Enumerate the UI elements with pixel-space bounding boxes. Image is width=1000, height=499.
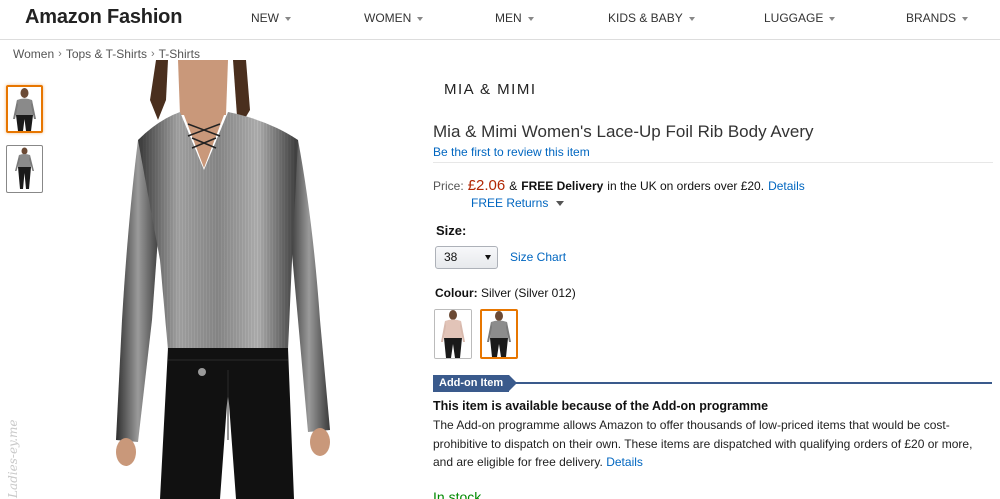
chevron-down-icon — [688, 16, 695, 21]
price-conjunction: & — [509, 179, 518, 193]
breadcrumb-item-tops[interactable]: Tops & T-Shirts — [66, 47, 147, 61]
stock-status: In stock. — [433, 489, 486, 499]
free-returns-dropdown[interactable]: FREE Returns — [471, 196, 565, 210]
colour-label: Colour: — [435, 286, 478, 300]
nav-label: LUGGAGE — [764, 11, 824, 25]
chevron-down-icon — [556, 200, 565, 206]
divider — [433, 162, 993, 163]
swatch-pink-variant[interactable] — [434, 309, 472, 359]
thumbnail-full-outfit-view[interactable] — [6, 145, 43, 193]
watermark-text: Ladies-ey.me — [6, 419, 20, 498]
size-selected-value: 38 — [444, 250, 458, 264]
nav-label: MEN — [495, 11, 522, 25]
addon-title: This item is available because of the Ad… — [433, 399, 769, 413]
breadcrumb-separator-icon: › — [150, 48, 155, 60]
brand-logo[interactable]: MIA & MIMI — [444, 81, 537, 98]
nav-luggage[interactable]: LUGGAGE — [764, 11, 836, 25]
addon-divider — [512, 382, 992, 384]
nav-kids-baby[interactable]: KIDS & BABY — [608, 11, 695, 25]
addon-description: The Add-on programme allows Amazon to of… — [433, 416, 993, 472]
product-thumbnail-image — [8, 87, 41, 131]
price-row: Price: £2.06 & FREE Delivery in the UK o… — [433, 177, 805, 194]
swatch-image — [435, 310, 471, 358]
breadcrumb-separator-icon: › — [58, 48, 62, 60]
breadcrumb: Women › Tops & T-Shirts › T-Shirts — [13, 47, 200, 61]
addon-details-link[interactable]: Details — [606, 455, 643, 469]
nav-label: BRANDS — [906, 11, 957, 25]
chevron-down-icon — [285, 16, 291, 21]
addon-text: The Add-on programme allows Amazon to of… — [433, 418, 973, 469]
review-link[interactable]: Be the first to review this item — [433, 145, 590, 159]
price-value: £2.06 — [467, 177, 506, 194]
free-returns-label: FREE Returns — [471, 196, 549, 210]
nav-men[interactable]: MEN — [495, 11, 534, 25]
swatch-silver-variant[interactable] — [480, 309, 518, 359]
nav-women[interactable]: WOMEN — [364, 11, 424, 25]
nav-new[interactable]: NEW — [251, 11, 291, 25]
swatch-image — [482, 311, 516, 357]
nav-label: NEW — [251, 11, 279, 25]
chevron-down-icon — [962, 16, 969, 21]
site-watermark: Ladies-ey.me — [4, 360, 20, 499]
size-label: Size: — [436, 223, 467, 238]
nav-brands[interactable]: BRANDS — [906, 11, 969, 25]
colour-value: Silver (Silver 012) — [481, 286, 576, 300]
product-thumbnail-image — [8, 147, 41, 191]
top-navigation-bar: Amazon Fashion NEW WOMEN MEN KIDS & BABY… — [0, 0, 1000, 40]
amazon-fashion-logo[interactable]: Amazon Fashion — [25, 6, 182, 29]
main-product-image[interactable] — [108, 60, 348, 499]
size-chart-link[interactable]: Size Chart — [510, 250, 566, 264]
addon-badge: Add-on Item — [433, 375, 518, 392]
product-photo-silver-body — [116, 60, 330, 499]
price-label: Price: — [433, 179, 464, 193]
nav-label: WOMEN — [364, 11, 412, 25]
breadcrumb-item-women[interactable]: Women — [13, 47, 54, 61]
thumbnail-front-view[interactable] — [6, 85, 43, 133]
delivery-text: in the UK on orders over £20. — [607, 179, 765, 193]
chevron-down-icon — [417, 16, 424, 21]
delivery-details-link[interactable]: Details — [768, 179, 805, 193]
product-title: Mia & Mimi Women's Lace-Up Foil Rib Body… — [433, 122, 814, 141]
colour-row: Colour: Silver (Silver 012) — [435, 286, 576, 300]
breadcrumb-item-tshirts[interactable]: T-Shirts — [159, 47, 200, 61]
nav-label: KIDS & BABY — [608, 11, 683, 25]
chevron-down-icon — [485, 255, 491, 260]
chevron-down-icon — [829, 16, 836, 21]
size-select[interactable]: 38 — [435, 246, 498, 269]
chevron-down-icon — [527, 16, 534, 21]
free-delivery-label: FREE Delivery — [521, 179, 604, 193]
